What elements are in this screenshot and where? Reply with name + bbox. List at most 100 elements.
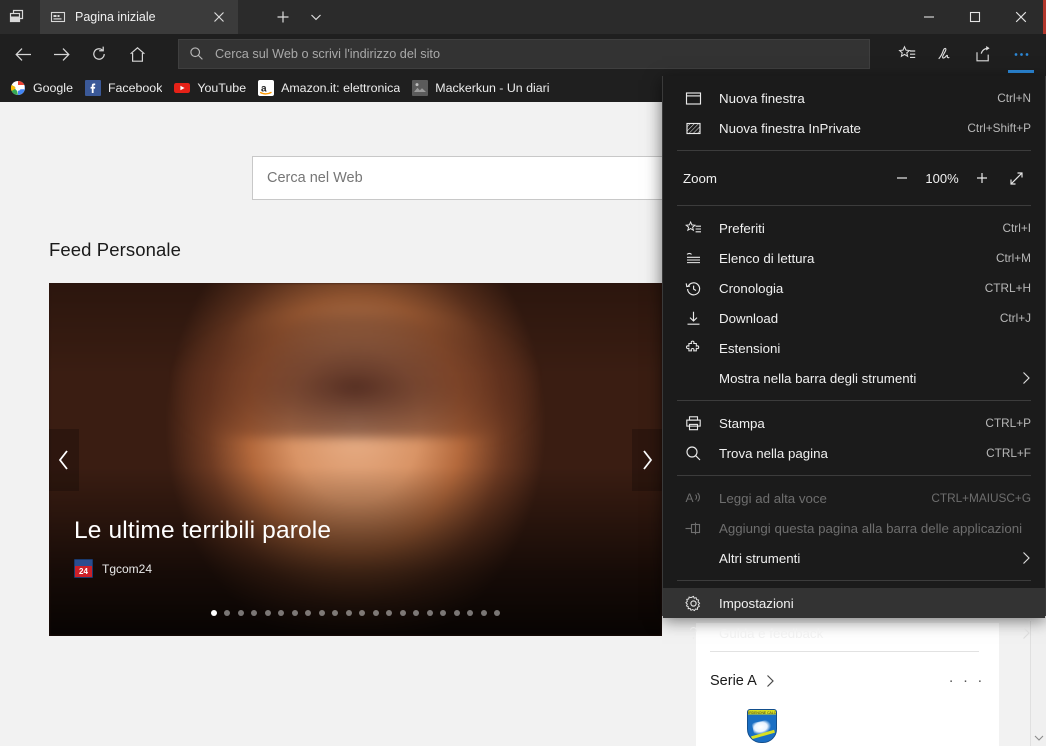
favorites-icon[interactable]	[888, 38, 926, 70]
carousel-dot[interactable]	[251, 610, 258, 616]
favorites-icon	[683, 218, 703, 238]
new-tab-icon[interactable]	[270, 5, 296, 29]
menu-item-help-feedback[interactable]: Guida e feedback	[663, 618, 1045, 648]
serie-a-header[interactable]: Serie A · · ·	[710, 672, 985, 689]
carousel-dots[interactable]	[49, 610, 662, 616]
favorite-mackerkun[interactable]: Mackerkun - Un diari	[408, 77, 557, 99]
menu-item-show-in-toolbar[interactable]: Mostra nella barra degli strumenti	[663, 363, 1045, 393]
favorite-youtube[interactable]: YouTube	[170, 77, 254, 99]
browser-window: Pagina iniziale Cerca sul Web o scrivi l…	[0, 0, 1046, 746]
chevron-left-icon[interactable]	[49, 428, 79, 491]
chevron-down-icon[interactable]	[1031, 730, 1046, 746]
minimize-icon[interactable]	[906, 0, 952, 34]
menu-item-downloads[interactable]: Download Ctrl+J	[663, 303, 1045, 333]
tab-preview-icon[interactable]	[0, 0, 34, 34]
menu-item-label: Impostazioni	[719, 595, 794, 611]
find-icon	[683, 443, 703, 463]
menu-item-label: Guida e feedback	[719, 625, 824, 641]
chevron-right-icon[interactable]	[632, 428, 662, 491]
home-icon[interactable]	[118, 38, 156, 70]
chevron-down-icon[interactable]	[303, 5, 329, 29]
favorite-google[interactable]: Google	[6, 77, 81, 99]
divider	[710, 651, 979, 652]
carousel-dot[interactable]	[237, 610, 244, 616]
favorite-amazon[interactable]: a Amazon.it: elettronica	[254, 77, 408, 99]
menu-item-history[interactable]: Cronologia CTRL+H	[663, 273, 1045, 303]
carousel-dot[interactable]	[399, 610, 406, 616]
tgcom24-badge-number: 24	[79, 567, 88, 576]
menu-item-print[interactable]: Stampa CTRL+P	[663, 408, 1045, 438]
favorite-facebook[interactable]: Facebook	[81, 77, 170, 99]
menu-item-label: Elenco di lettura	[719, 250, 815, 266]
menu-item-label: Preferiti	[719, 220, 765, 236]
carousel-dot[interactable]	[318, 610, 325, 616]
menu-item-read-aloud: A Leggi ad alta voce CTRL+MAIUSC+G	[663, 483, 1045, 513]
extensions-icon	[683, 338, 703, 358]
carousel-dot[interactable]	[453, 610, 460, 616]
browser-settings-menu: Nuova finestra Ctrl+N Nuova finestra InP…	[662, 76, 1046, 641]
menu-item-label: Estensioni	[719, 340, 781, 356]
close-icon[interactable]	[206, 4, 232, 30]
team-crest-icon: PORDENONE CALCIO	[747, 709, 777, 743]
feed-title: Feed Personale	[49, 239, 182, 260]
tgcom24-logo-icon: 24	[74, 559, 93, 578]
menu-item-label: Leggi ad alta voce	[719, 490, 827, 506]
address-bar[interactable]: Cerca sul Web o scrivi l'indirizzo del s…	[178, 39, 870, 69]
carousel-dot[interactable]	[480, 610, 487, 616]
carousel-dot[interactable]	[224, 610, 231, 616]
menu-item-label: Cronologia	[719, 280, 784, 296]
carousel-dot[interactable]	[494, 610, 501, 616]
close-window-icon[interactable]	[998, 0, 1044, 34]
menu-item-new-window[interactable]: Nuova finestra Ctrl+N	[663, 83, 1045, 113]
page-favicon	[50, 9, 66, 25]
maximize-icon[interactable]	[952, 0, 998, 34]
carousel-dot[interactable]	[291, 610, 298, 616]
web-notes-icon[interactable]	[926, 38, 964, 70]
more-icon[interactable]	[1002, 38, 1040, 73]
forward-arrow-icon[interactable]	[42, 38, 80, 70]
carousel-dot[interactable]	[210, 610, 217, 616]
menu-item-pin-to-taskbar: Aggiungi questa pagina alla barra delle …	[663, 513, 1045, 543]
carousel-dot[interactable]	[345, 610, 352, 616]
menu-item-find-on-page[interactable]: Trova nella pagina CTRL+F	[663, 438, 1045, 468]
facebook-icon	[84, 80, 101, 96]
plus-icon[interactable]	[967, 163, 997, 193]
web-search-placeholder: Cerca nel Web	[267, 170, 363, 186]
fullscreen-icon[interactable]	[1001, 163, 1031, 193]
menu-item-favorites[interactable]: Preferiti Ctrl+I	[663, 213, 1045, 243]
carousel-dot[interactable]	[264, 610, 271, 616]
carousel-dot[interactable]	[278, 610, 285, 616]
carousel-dot[interactable]	[305, 610, 312, 616]
menu-item-settings[interactable]: Impostazioni	[663, 588, 1045, 618]
chevron-right-icon	[1021, 551, 1031, 565]
minus-icon[interactable]	[887, 163, 917, 193]
menu-separator	[677, 205, 1031, 206]
youtube-icon	[174, 80, 191, 96]
carousel-dot[interactable]	[386, 610, 393, 616]
menu-item-shortcut: Ctrl+M	[995, 251, 1031, 265]
menu-item-other-tools[interactable]: Altri strumenti	[663, 543, 1045, 573]
menu-item-new-inprivate-window[interactable]: Nuova finestra InPrivate Ctrl+Shift+P	[663, 113, 1045, 143]
carousel-dot[interactable]	[332, 610, 339, 616]
menu-item-reading-list[interactable]: Elenco di lettura Ctrl+M	[663, 243, 1045, 273]
menu-item-shortcut: CTRL+F	[986, 446, 1031, 460]
carousel-dot[interactable]	[467, 610, 474, 616]
menu-item-extensions[interactable]: Estensioni	[663, 333, 1045, 363]
carousel-dot[interactable]	[426, 610, 433, 616]
title-bar: Pagina iniziale	[0, 0, 1046, 34]
menu-separator	[677, 580, 1031, 581]
menu-item-label: Aggiungi questa pagina alla barra delle …	[719, 520, 1023, 536]
share-icon[interactable]	[964, 38, 1002, 70]
back-arrow-icon[interactable]	[4, 38, 42, 70]
favorite-label: Google	[33, 81, 73, 95]
refresh-icon[interactable]	[80, 38, 118, 70]
carousel-dot[interactable]	[372, 610, 379, 616]
card-overflow-menu[interactable]: · · ·	[949, 672, 985, 689]
carousel-dot[interactable]	[413, 610, 420, 616]
carousel-dot[interactable]	[440, 610, 447, 616]
crest-label: PORDENONE CALCIO	[748, 711, 777, 715]
carousel-dot[interactable]	[359, 610, 366, 616]
generic-site-icon	[412, 80, 429, 96]
hero-article-card[interactable]: Le ultime terribili parole 24 Tgcom24	[49, 283, 662, 636]
browser-tab[interactable]: Pagina iniziale	[40, 0, 238, 34]
